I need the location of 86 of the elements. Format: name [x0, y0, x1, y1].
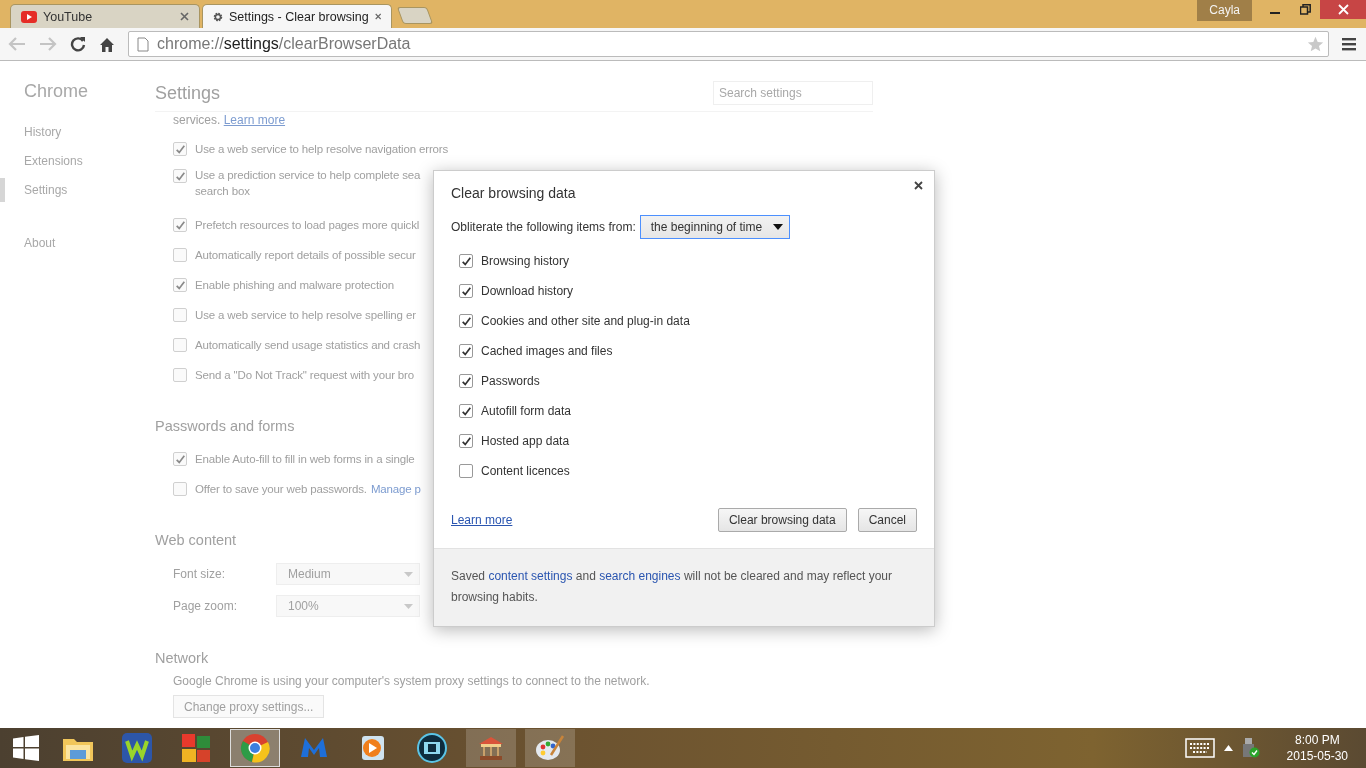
checkbox[interactable] — [173, 368, 187, 382]
time-range-dropdown[interactable]: the beginning of time — [639, 215, 790, 239]
checkbox[interactable] — [173, 278, 187, 292]
cancel-button[interactable]: Cancel — [857, 508, 917, 532]
caret-icon — [772, 224, 783, 230]
browser-tab[interactable]: Settings - Clear browsing — [202, 4, 392, 28]
checkbox[interactable] — [173, 482, 187, 496]
checkbox-label: Autofill form data — [481, 404, 572, 418]
clock-time[interactable]: 8:00 PM — [1294, 732, 1340, 748]
option-label: Use a web service to help resolve navigation errors — [195, 142, 449, 157]
checkbox[interactable] — [173, 338, 187, 352]
colored-squares-icon — [180, 732, 212, 764]
clock-date[interactable]: 2015-05-30 — [1286, 748, 1348, 764]
checkbox[interactable] — [459, 254, 473, 268]
page-icon — [137, 36, 149, 52]
caret-icon — [404, 603, 413, 609]
option-label: Use a web service to help resolve spelling er — [195, 308, 416, 323]
option-label: Enable phishing and malware protection — [195, 278, 394, 293]
minimize-icon — [1270, 12, 1280, 14]
footer-link[interactable]: content settings — [488, 569, 573, 583]
checkbox-label: Content licences — [481, 464, 570, 478]
close-window-button[interactable] — [1320, 0, 1366, 19]
close-icon[interactable] — [374, 12, 381, 21]
menu-icon[interactable] — [1342, 37, 1356, 51]
option-label: Automatically report details of possible secur — [195, 248, 416, 263]
checkbox[interactable] — [459, 464, 473, 478]
video-logo-icon — [21, 10, 37, 23]
section-heading: Web content — [155, 532, 237, 548]
address-bar[interactable]: chrome://settings/clearBrowserData — [128, 31, 1329, 57]
checkbox[interactable] — [173, 218, 187, 232]
checkbox[interactable] — [173, 452, 187, 466]
dialog-footer-note: Saved content settings and search engines will not be cleared and may reflect your browsing habits. — [434, 548, 934, 626]
checkbox[interactable] — [459, 284, 473, 298]
checkbox-label: Browsing history — [481, 254, 570, 268]
close-icon[interactable] — [914, 181, 923, 190]
checkbox[interactable] — [173, 142, 187, 156]
usb-check-icon[interactable] — [1241, 737, 1260, 759]
browser-icon — [240, 733, 270, 763]
section-heading: Network — [155, 650, 209, 666]
checkbox[interactable] — [173, 169, 187, 183]
w-app-icon — [121, 732, 153, 764]
checkbox[interactable] — [459, 434, 473, 448]
option-label: Use a prediction service to help complete sea — [195, 168, 421, 183]
checkbox-label: Cookies and other site and plug-in data — [481, 314, 690, 328]
close-icon — [1337, 4, 1349, 15]
star-icon[interactable] — [1307, 35, 1324, 53]
checkbox[interactable] — [173, 308, 187, 322]
browser-tab[interactable]: YouTube — [10, 4, 200, 28]
intro-text: services. — [173, 113, 221, 127]
checkbox[interactable] — [459, 314, 473, 328]
sidebar-title: Chrome — [23, 81, 90, 102]
dialog-title: Clear browsing data — [451, 185, 577, 201]
caret-icon — [404, 571, 413, 577]
checkbox[interactable] — [459, 374, 473, 388]
checkbox-label: Hosted app data — [481, 434, 570, 448]
option-label: Offer to save your web passwords. — [195, 483, 367, 495]
checkbox-label: Download history — [481, 284, 574, 298]
checkbox[interactable] — [459, 344, 473, 358]
reload-icon[interactable] — [70, 36, 86, 52]
checkbox-label: Cached images and files — [481, 344, 613, 358]
page-title: Settings — [155, 82, 221, 104]
field-label: Page zoom: — [173, 599, 239, 613]
learn-more-link[interactable]: Learn more — [451, 513, 707, 527]
option-label: Automatically send usage statistics and crash — [195, 338, 421, 353]
section-heading: Passwords and forms — [155, 418, 295, 434]
restore-icon — [1299, 4, 1311, 15]
show-hidden-icons-icon[interactable] — [1223, 745, 1233, 751]
search-field[interactable]: Search settings — [713, 81, 873, 105]
profile-name[interactable]: Cayla — [1197, 0, 1252, 21]
checkbox-label: Passwords — [481, 374, 540, 388]
taskbar-app[interactable] — [466, 729, 516, 767]
keyboard-icon[interactable] — [1184, 738, 1215, 758]
footer-link[interactable]: search engines — [599, 569, 681, 583]
option-label: Prefetch resources to load pages more quickl — [195, 218, 420, 233]
film-icon — [417, 733, 447, 763]
option-label: search box — [195, 184, 251, 199]
network-description: Google Chrome is using your computer's system proxy settings to connect to the network. — [172, 674, 651, 688]
field-label: Font size: — [173, 567, 227, 581]
range-label: Obliterate the following items from: — [451, 220, 636, 234]
checkbox[interactable] — [173, 248, 187, 262]
checkbox[interactable] — [459, 404, 473, 418]
home-icon[interactable] — [99, 36, 115, 52]
paint-palette-icon — [534, 733, 566, 763]
option-label: Send a "Do Not Track" request with your bro — [195, 368, 415, 383]
clear-data-button[interactable]: Clear browsing data — [717, 508, 847, 532]
option-label: Enable Auto-fill to fill in web forms in a single — [195, 453, 415, 465]
